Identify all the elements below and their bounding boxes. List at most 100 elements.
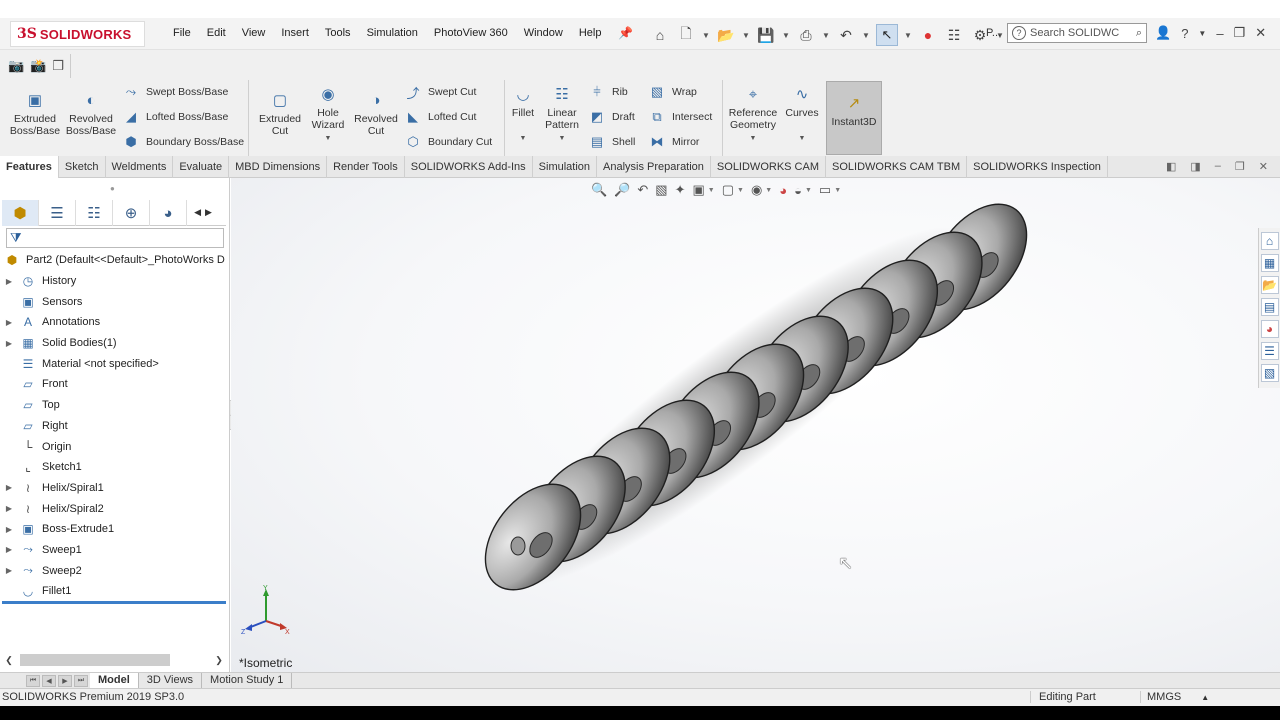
file-explorer-icon[interactable]: 📂 xyxy=(1260,276,1279,294)
menu-help[interactable]: Help xyxy=(571,27,610,39)
lofted-cut-button[interactable]: ◣ Lofted Cut xyxy=(404,109,476,125)
chevron-down-icon[interactable]: ▼ xyxy=(799,133,806,145)
fillet-button[interactable]: ◡ Fillet ▼ xyxy=(508,86,538,145)
hole-wizard-button[interactable]: ◉ Hole Wizard ▼ xyxy=(306,86,350,145)
extruded-boss-button[interactable]: ▣ Extruded Boss/Base xyxy=(10,92,60,137)
menu-insert[interactable]: Insert xyxy=(273,27,317,39)
view-palette-icon[interactable]: ▤ xyxy=(1260,298,1279,316)
tree-item-origin[interactable]: └ Origin xyxy=(2,436,228,457)
tile-right-icon[interactable]: ◨ xyxy=(1190,160,1200,173)
chevron-down-icon[interactable]: ▼ xyxy=(559,133,566,145)
reference-geometry-button[interactable]: ⌖ Reference Geometry ▼ xyxy=(726,86,780,145)
custom-properties-icon[interactable]: ☰ xyxy=(1260,342,1279,360)
design-library-icon[interactable]: ▦ xyxy=(1260,254,1279,272)
scroll-left-icon[interactable]: ❮ xyxy=(2,655,16,666)
search-input[interactable]: ? Search SOLIDWC ⌕ xyxy=(1007,23,1147,43)
camera-icon[interactable]: 📷 xyxy=(8,58,24,74)
unit-system[interactable]: MMGS ▲ xyxy=(1140,691,1240,703)
expand-icon[interactable]: ▶ xyxy=(2,525,16,534)
tab-features[interactable]: Features xyxy=(0,156,59,178)
pin-menu-icon[interactable]: 📌 xyxy=(618,26,633,40)
rollback-bar[interactable] xyxy=(2,601,226,604)
wrap-button[interactable]: ▧ Wrap xyxy=(648,84,697,100)
solidworks-resources-icon[interactable]: ⌂ xyxy=(1260,232,1279,250)
tab-inspection[interactable]: SOLIDWORKS Inspection xyxy=(967,156,1108,178)
open-folder-icon[interactable]: 📂 xyxy=(716,25,736,45)
menu-photoview[interactable]: PhotoView 360 xyxy=(426,27,516,39)
home-icon[interactable]: ⌂ xyxy=(650,25,670,45)
tree-item-fillet1[interactable]: ◡ Fillet1 xyxy=(2,581,228,602)
tree-item-sweep1[interactable]: ▶ ⤳ Sweep1 xyxy=(2,540,228,561)
expand-icon[interactable]: ▶ xyxy=(2,339,16,348)
graphics-area[interactable]: 🔍 🔎 ↶ ▧ ✦ ▣ ▼ ▢ ▼ ◉ ▼ ◕ ◒ ▼ ▭ ▼ xyxy=(231,178,1280,672)
next-tab-icon[interactable]: ▶ xyxy=(58,675,72,687)
tab-render-tools[interactable]: Render Tools xyxy=(327,156,405,178)
tree-item-front[interactable]: ▱ Front xyxy=(2,374,228,395)
tree-item-boss-extrude1[interactable]: ▶ ▣ Boss-Extrude1 xyxy=(2,519,228,540)
chevron-down-icon[interactable]: ▼ xyxy=(702,31,710,40)
tab-sketch[interactable]: Sketch xyxy=(59,156,106,178)
chevron-left-icon[interactable]: ◀ xyxy=(194,207,201,218)
tree-item-history[interactable]: ▶ ◷ History xyxy=(2,271,228,292)
last-tab-icon[interactable]: ⏭ xyxy=(74,675,88,687)
chevron-down-icon[interactable]: ▼ xyxy=(904,31,912,40)
expand-icon[interactable]: ▶ xyxy=(2,318,16,327)
extruded-cut-button[interactable]: ▢ Extruded Cut xyxy=(256,92,304,137)
minimize-icon[interactable]: – xyxy=(1216,26,1223,41)
chevron-down-icon[interactable]: ▼ xyxy=(325,133,332,145)
panel-grip-icon[interactable]: ● xyxy=(110,184,115,193)
solidworks-logo[interactable]: 3S SOLIDWORKS xyxy=(10,21,145,47)
help-icon[interactable]: ? xyxy=(1181,26,1188,41)
menu-tools[interactable]: Tools xyxy=(317,27,359,39)
forum-icon[interactable]: ▧ xyxy=(1260,364,1279,382)
chevron-down-icon[interactable]: ▼ xyxy=(742,31,750,40)
chevron-down-icon[interactable]: ▼ xyxy=(862,31,870,40)
rib-button[interactable]: ⫩ Rib xyxy=(588,84,628,100)
curves-button[interactable]: ∿ Curves ▼ xyxy=(784,86,820,145)
scrollbar-thumb[interactable] xyxy=(20,654,170,666)
property-manager-icon[interactable]: ☰ xyxy=(39,200,76,226)
horizontal-scrollbar[interactable]: ❮ ❯ xyxy=(2,652,226,668)
revolved-cut-button[interactable]: ◑ Revolved Cut xyxy=(352,92,400,137)
tab-model[interactable]: Model xyxy=(90,673,139,689)
tree-item-top[interactable]: ▱ Top xyxy=(2,395,228,416)
tab-evaluate[interactable]: Evaluate xyxy=(173,156,230,178)
menu-view[interactable]: View xyxy=(234,27,274,39)
tab-simulation[interactable]: Simulation xyxy=(533,156,598,178)
chevron-right-icon[interactable]: ▶ xyxy=(205,207,212,218)
expand-icon[interactable]: ▶ xyxy=(2,545,16,554)
tab-mbd-dimensions[interactable]: MBD Dimensions xyxy=(229,156,328,178)
revolved-boss-button[interactable]: ◐ Revolved Boss/Base xyxy=(66,92,116,137)
expand-icon[interactable]: ▶ xyxy=(2,566,16,575)
chevron-down-icon[interactable]: ▼ xyxy=(1198,29,1206,38)
tab-weldments[interactable]: Weldments xyxy=(106,156,174,178)
expand-icon[interactable]: ▶ xyxy=(2,277,16,286)
restore-icon[interactable]: ❐ xyxy=(1234,25,1246,41)
menu-file[interactable]: File xyxy=(165,27,199,39)
rebuild-icon[interactable]: ● xyxy=(918,25,938,45)
expand-icon[interactable]: ▶ xyxy=(2,504,16,513)
expand-icon[interactable]: ▶ xyxy=(2,483,16,492)
prev-tab-icon[interactable]: ◀ xyxy=(42,675,56,687)
tab-3d-views[interactable]: 3D Views xyxy=(139,673,203,689)
chevron-down-icon[interactable]: ▼ xyxy=(822,31,830,40)
menu-window[interactable]: Window xyxy=(516,27,571,39)
appearances-icon[interactable]: ◕ xyxy=(1260,320,1279,338)
tree-item-helix1[interactable]: ▶ ≀ Helix/Spiral1 xyxy=(2,478,228,499)
chevron-down-icon[interactable]: ▼ xyxy=(520,133,527,145)
tree-item-annotations[interactable]: ▶ A Annotations xyxy=(2,312,228,333)
select-arrow-icon[interactable]: ↖ xyxy=(876,24,898,46)
auger-3d-model[interactable] xyxy=(231,178,1280,672)
tree-item-material[interactable]: ☰ Material <not specified> xyxy=(2,353,228,374)
doc-close-icon[interactable]: ✕ xyxy=(1259,160,1268,173)
chevron-down-icon[interactable]: ▼ xyxy=(750,133,757,145)
p-label[interactable]: P... xyxy=(986,27,1001,39)
tab-analysis-preparation[interactable]: Analysis Preparation xyxy=(597,156,711,178)
tab-cam-tbm[interactable]: SOLIDWORKS CAM TBM xyxy=(826,156,968,178)
user-icon[interactable]: 👤 xyxy=(1155,25,1171,41)
featuremanager-tree-icon[interactable]: ⬢ xyxy=(2,200,39,226)
undo-icon[interactable]: ↶ xyxy=(836,25,856,45)
tree-item-solid-bodies[interactable]: ▶ ▦ Solid Bodies(1) xyxy=(2,333,228,354)
file-properties-icon[interactable]: ☷ xyxy=(944,25,964,45)
doc-restore-icon[interactable]: ❐ xyxy=(1235,160,1245,173)
